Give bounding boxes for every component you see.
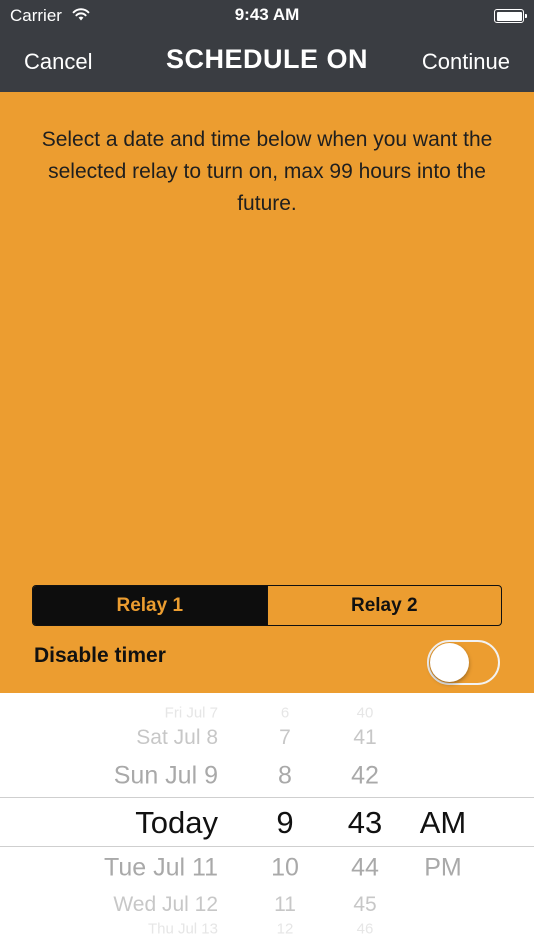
picker-minute-selected[interactable]: 43 [325, 805, 405, 841]
picker-date-selected[interactable]: Today [135, 805, 218, 841]
picker-hour-option[interactable]: 6 [250, 705, 320, 722]
instructions-text: Select a date and time below when you wa… [41, 128, 493, 215]
cancel-button[interactable]: Cancel [24, 49, 92, 75]
picker-date-option[interactable]: Fri Jul 7 [165, 705, 218, 722]
picker-hour-option[interactable]: 12 [250, 921, 320, 938]
schedule-on-screen: Carrier 9:43 AM Cancel SCHEDULE ON Conti… [0, 0, 534, 950]
battery-icon [494, 9, 527, 23]
segment-relay-2[interactable]: Relay 2 [266, 586, 502, 625]
picker-date-option[interactable]: Sun Jul 9 [114, 762, 218, 791]
date-time-picker[interactable]: Fri Jul 7 Sat Jul 8 Sun Jul 9 Today Tue … [0, 693, 534, 950]
continue-button[interactable]: Continue [422, 49, 510, 75]
picker-hour-selected[interactable]: 9 [250, 805, 320, 841]
picker-date-column[interactable]: Fri Jul 7 Sat Jul 8 Sun Jul 9 Today Tue … [40, 693, 218, 950]
picker-minute-option[interactable]: 46 [325, 921, 405, 938]
picker-date-option[interactable]: Wed Jul 12 [113, 893, 218, 917]
status-bar: Carrier 9:43 AM [0, 0, 534, 32]
picker-date-option[interactable]: Thu Jul 13 [148, 921, 218, 938]
picker-hour-column[interactable]: 6 7 8 9 10 11 12 [250, 693, 320, 950]
status-time: 9:43 AM [234, 5, 300, 24]
picker-ampm-option[interactable]: PM [408, 854, 478, 883]
picker-hour-option[interactable]: 7 [250, 726, 320, 750]
picker-minute-option[interactable]: 44 [325, 854, 405, 883]
navigation-bar: Cancel SCHEDULE ON Continue [0, 32, 534, 92]
toggle-knob [430, 643, 469, 682]
segment-relay-1[interactable]: Relay 1 [33, 586, 267, 625]
picker-ampm-selected[interactable]: AM [408, 805, 478, 841]
relay-segmented-control: Relay 1 Relay 2 [32, 585, 502, 626]
picker-hour-option[interactable]: 10 [250, 854, 320, 883]
picker-hour-option[interactable]: 8 [250, 762, 320, 791]
picker-date-option[interactable]: Tue Jul 11 [104, 854, 218, 883]
picker-minute-option[interactable]: 40 [325, 705, 405, 722]
picker-minute-option[interactable]: 45 [325, 893, 405, 917]
picker-minute-column[interactable]: 40 41 42 43 44 45 46 [325, 693, 405, 950]
disable-timer-label: Disable timer [34, 644, 166, 667]
picker-hour-option[interactable]: 11 [250, 893, 320, 917]
schedule-content: Select a date and time below when you wa… [0, 92, 534, 693]
disable-timer-toggle[interactable] [427, 640, 500, 685]
picker-minute-option[interactable]: 42 [325, 762, 405, 791]
picker-date-option[interactable]: Sat Jul 8 [136, 726, 218, 750]
picker-ampm-column[interactable]: AM PM [408, 693, 478, 950]
picker-minute-option[interactable]: 41 [325, 726, 405, 750]
